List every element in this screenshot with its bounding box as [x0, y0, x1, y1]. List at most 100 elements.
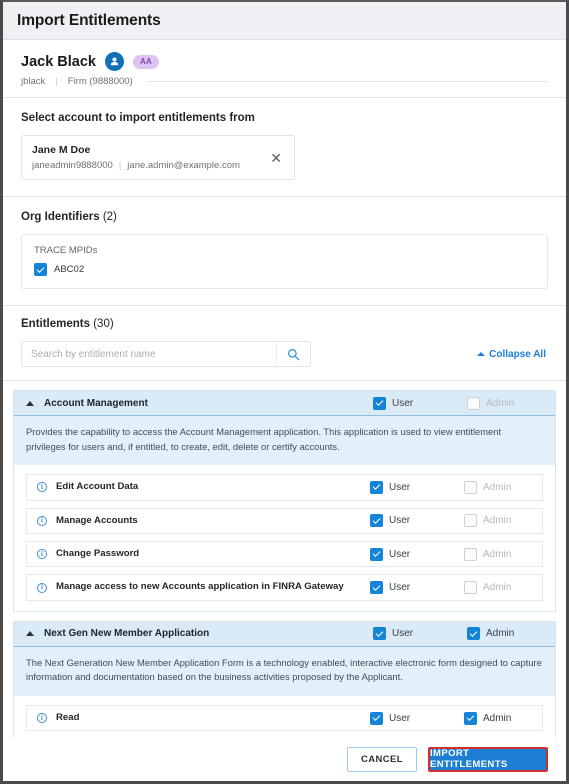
entitlement-name: Manage access to new Accounts applicatio… — [56, 581, 344, 593]
row-user-checkbox[interactable] — [370, 547, 383, 561]
group-permission-controls: User Admin — [373, 627, 545, 641]
row-admin-permission[interactable]: Admin — [464, 480, 526, 494]
row-admin-permission[interactable]: Admin — [464, 547, 526, 561]
row-permission-controls: User Admin — [370, 480, 542, 494]
org-identifiers-count: (2) — [102, 211, 117, 223]
entitlements-count: (30) — [93, 318, 114, 330]
import-entitlements-dialog: Import Entitlements Jack Black AA jblack… — [0, 0, 569, 784]
entitlement-row[interactable]: i Manage access to new Accounts applicat… — [26, 574, 543, 601]
row-user-permission[interactable]: User — [370, 480, 432, 494]
collapse-all-label: Collapse All — [489, 348, 546, 360]
entitlement-group-header[interactable]: Next Gen New Member Application User Adm… — [14, 621, 555, 647]
row-user-permission[interactable]: User — [370, 711, 432, 725]
row-admin-checkbox[interactable] — [464, 514, 477, 528]
user-firm: Firm (9888000) — [67, 76, 133, 87]
user-login-id: jblack — [21, 76, 46, 87]
meta-separator: | — [55, 76, 58, 87]
entitlements-title: Entitlements (30) — [21, 318, 548, 330]
row-admin-label: Admin — [483, 481, 512, 493]
dialog-title: Import Entitlements — [17, 11, 161, 29]
row-user-permission[interactable]: User — [370, 581, 432, 595]
selected-account-name: Jane M Doe — [32, 144, 91, 156]
info-icon[interactable]: i — [37, 713, 47, 724]
selected-account-details: janeadmin9888000 | jane.admin@example.co… — [32, 160, 240, 171]
entitlement-row[interactable]: i Edit Account Data User Admin — [26, 474, 543, 501]
info-icon[interactable]: i — [37, 549, 47, 560]
group-admin-permission[interactable]: Admin — [467, 627, 529, 641]
entitlements-label: Entitlements — [21, 318, 91, 330]
entitlement-row[interactable]: i Manage Accounts User Admin — [26, 507, 543, 534]
select-account-title: Select account to import entitlements fr… — [21, 112, 255, 124]
search-icon[interactable] — [276, 342, 310, 366]
org-identifier-checkbox[interactable] — [34, 263, 47, 276]
user-header: Jack Black AA jblack | Firm (9888000) — [3, 40, 566, 98]
row-admin-permission[interactable]: Admin — [464, 711, 526, 725]
row-admin-checkbox[interactable] — [464, 480, 477, 494]
user-meta-row: jblack | Firm (9888000) — [21, 76, 548, 87]
row-admin-label: Admin — [483, 548, 512, 560]
selected-account-id: janeadmin9888000 — [32, 160, 113, 171]
meta-rule — [146, 81, 548, 82]
group-user-label: User — [392, 397, 414, 409]
group-user-permission[interactable]: User — [373, 627, 435, 641]
group-user-checkbox[interactable] — [373, 627, 386, 641]
group-admin-label: Admin — [486, 628, 515, 640]
org-identifier-item[interactable]: ABC02 — [34, 263, 535, 276]
entitlements-search-row: Collapse All — [21, 341, 548, 367]
row-admin-label: Admin — [483, 712, 512, 724]
group-admin-checkbox[interactable] — [467, 627, 480, 641]
row-admin-permission[interactable]: Admin — [464, 514, 526, 528]
import-entitlements-button[interactable]: IMPORT ENTITLEMENTS — [428, 746, 548, 772]
entitlement-group-description: Provides the capability to access the Ac… — [14, 416, 555, 466]
selected-account-email: jane.admin@example.com — [127, 160, 240, 171]
group-user-label: User — [392, 628, 414, 640]
row-admin-checkbox[interactable] — [464, 581, 477, 595]
cancel-button[interactable]: CANCEL — [347, 746, 417, 772]
group-admin-checkbox[interactable] — [467, 396, 480, 410]
group-admin-label: Admin — [486, 397, 515, 409]
selected-account-card[interactable]: Jane M Doe janeadmin9888000 | jane.admin… — [21, 135, 295, 180]
row-user-label: User — [389, 481, 411, 493]
search-input[interactable] — [22, 348, 276, 360]
info-icon[interactable]: i — [37, 482, 47, 493]
row-user-permission[interactable]: User — [370, 514, 432, 528]
group-user-permission[interactable]: User — [373, 396, 435, 410]
row-user-checkbox[interactable] — [370, 480, 383, 494]
triangle-up-icon[interactable] — [26, 400, 34, 406]
row-user-label: User — [389, 582, 411, 594]
row-admin-checkbox[interactable] — [464, 711, 477, 725]
account-admin-badge: AA — [132, 54, 160, 69]
entitlement-group: Next Gen New Member Application User Adm… — [13, 620, 556, 737]
entitlement-group-rows: i Read User Admin — [14, 695, 555, 737]
entitlement-row[interactable]: i Change Password User Admin — [26, 540, 543, 568]
entitlement-group-title: Next Gen New Member Application — [44, 628, 210, 640]
group-admin-permission[interactable]: Admin — [467, 396, 529, 410]
org-identifier-label: ABC02 — [54, 264, 85, 275]
entitlement-group-header[interactable]: Account Management User Admin — [14, 391, 555, 416]
entitlements-scroll-area[interactable]: Account Management User Admin Provides t… — [3, 381, 566, 737]
row-user-checkbox[interactable] — [370, 514, 383, 528]
row-user-checkbox[interactable] — [370, 711, 383, 725]
triangle-up-icon[interactable] — [26, 631, 34, 637]
dialog-titlebar: Import Entitlements — [3, 2, 566, 40]
search-box[interactable] — [21, 341, 311, 367]
entitlement-name: Edit Account Data — [56, 481, 139, 493]
org-identifiers-card: TRACE MPIDs ABC02 — [21, 234, 548, 289]
info-icon[interactable]: i — [37, 582, 47, 593]
row-user-permission[interactable]: User — [370, 547, 432, 561]
row-user-checkbox[interactable] — [370, 581, 383, 595]
row-permission-controls: User Admin — [370, 711, 542, 725]
info-icon[interactable]: i — [37, 515, 47, 526]
group-user-checkbox[interactable] — [373, 396, 386, 410]
select-account-section: Select account to import entitlements fr… — [3, 98, 566, 197]
row-admin-checkbox[interactable] — [464, 547, 477, 561]
entitlement-row[interactable]: i Read User Admin — [26, 704, 543, 732]
entitlement-group-description: The Next Generation New Member Applicati… — [14, 646, 555, 696]
row-permission-controls: User Admin — [370, 581, 542, 595]
entitlement-name: Manage Accounts — [56, 514, 138, 526]
close-icon[interactable]: ✕ — [268, 151, 284, 165]
collapse-all-button[interactable]: Collapse All — [477, 349, 548, 360]
org-group-label: TRACE MPIDs — [34, 245, 98, 256]
row-admin-permission[interactable]: Admin — [464, 581, 526, 595]
selected-account-info: Jane M Doe janeadmin9888000 | jane.admin… — [32, 144, 240, 171]
